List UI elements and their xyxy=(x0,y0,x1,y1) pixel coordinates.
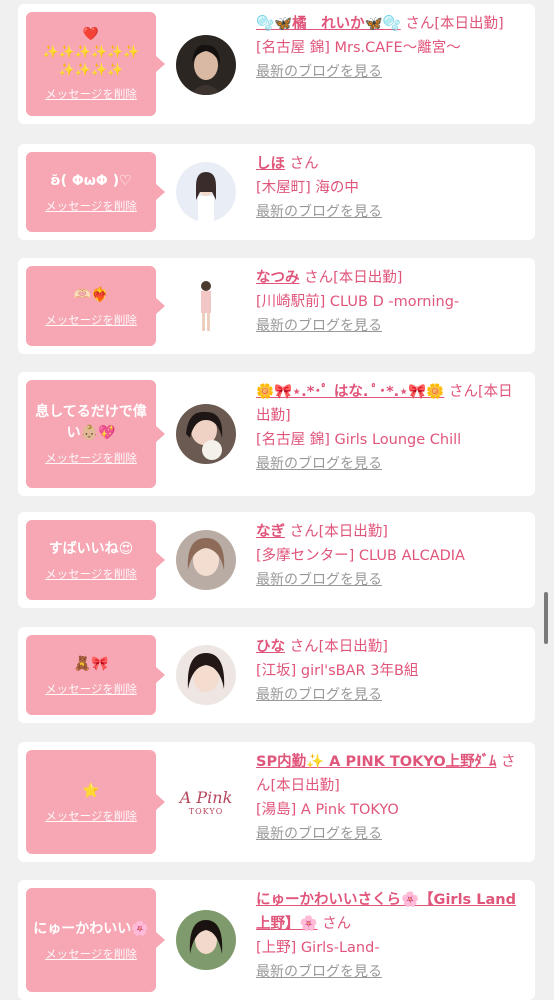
latest-blog-link[interactable]: 最新のブログを見る xyxy=(256,204,382,220)
cast-suffix: さん[本日出勤] xyxy=(405,16,504,32)
cast-suffix: さん[本日出勤] xyxy=(304,270,403,286)
cast-info: しほ さん [木屋町] 海の中 最新のブログを見る xyxy=(256,152,526,224)
shop-label: [木屋町] 海の中 xyxy=(256,180,359,196)
shop-label: [湯島] A Pink TOKYO xyxy=(256,802,399,818)
cast-name-link[interactable]: 🫧🦋橘 れいか🦋🫧 xyxy=(256,16,401,32)
delete-message-link[interactable]: メッセージを削除 xyxy=(45,681,137,697)
shop-label: [名古屋 錦] Girls Lounge Chill xyxy=(256,432,462,448)
cast-suffix: さん xyxy=(289,156,319,172)
delete-message-link[interactable]: メッセージを削除 xyxy=(45,312,137,328)
cast-suffix: さん xyxy=(322,916,352,932)
cast-name-link[interactable]: 🌼🎀⋆.*･ﾟ はな. ﾟ･*.⋆🎀🌼 xyxy=(256,384,444,400)
avatar[interactable]: A Pink TOKYO xyxy=(176,772,236,832)
latest-blog-link[interactable]: 最新のブログを見る xyxy=(256,64,382,80)
cast-card: ⭐ メッセージを削除 A Pink TOKYO SP内勤✨ A PINK TOK… xyxy=(18,742,535,862)
message-bubble: 息してるだけで偉い👶🏼💖 メッセージを削除 xyxy=(26,380,165,488)
message-bubble: ʚ̆( ΦωΦ )♡ メッセージを削除 xyxy=(26,152,165,232)
cast-card: 息してるだけで偉い👶🏼💖 メッセージを削除 🌼🎀⋆.*･ﾟ はな. ﾟ･*.⋆🎀… xyxy=(18,372,535,496)
cast-name-link[interactable]: なぎ xyxy=(256,524,285,540)
avatar[interactable] xyxy=(176,35,236,95)
message-bubble: すばいいね😍 メッセージを削除 xyxy=(26,520,165,600)
shop-label: [江坂] girl'sBAR 3年B組 xyxy=(256,663,419,679)
cast-card: ❤️ ✨✨✨✨✨✨ ✨✨✨✨ メッセージを削除 🫧🦋橘 れいか🦋🫧 さん[本日出… xyxy=(18,4,535,124)
shop-label: [名古屋 錦] Mrs.CAFE〜離宮〜 xyxy=(256,40,461,56)
scrollbar[interactable] xyxy=(544,592,548,644)
message-text: ❤️ ✨✨✨✨✨✨ ✨✨✨✨ xyxy=(42,27,140,78)
message-bubble: 🧸🎀 メッセージを削除 xyxy=(26,635,165,715)
cast-info: 🌼🎀⋆.*･ﾟ はな. ﾟ･*.⋆🎀🌼 さん[本日出勤] [名古屋 錦] Gir… xyxy=(256,380,526,476)
cast-card: 🫶🏻❤️‍🔥 メッセージを削除 なつみ さん[本日出勤] [川崎駅前] CLUB… xyxy=(18,258,535,354)
delete-message-link[interactable]: メッセージを削除 xyxy=(45,198,137,214)
message-bubble: 🫶🏻❤️‍🔥 メッセージを削除 xyxy=(26,266,165,346)
a-pink-logo: A Pink xyxy=(179,788,233,807)
avatar[interactable] xyxy=(176,530,236,590)
cast-card: すばいいね😍 メッセージを削除 なぎ さん[本日出勤] [多摩センター] CLU… xyxy=(18,512,535,608)
message-bubble: ⭐ メッセージを削除 xyxy=(26,750,165,854)
cast-suffix: さん[本日出勤] xyxy=(289,524,388,540)
message-bubble: ❤️ ✨✨✨✨✨✨ ✨✨✨✨ メッセージを削除 xyxy=(26,12,165,116)
cast-info: なつみ さん[本日出勤] [川崎駅前] CLUB D -morning- 最新の… xyxy=(256,266,526,338)
latest-blog-link[interactable]: 最新のブログを見る xyxy=(256,826,382,842)
message-bubble: にゅーかわいい🌸 メッセージを削除 xyxy=(26,888,165,992)
message-text: すばいいね😍 xyxy=(48,540,134,557)
a-pink-logo-sub: TOKYO xyxy=(188,807,224,816)
delete-message-link[interactable]: メッセージを削除 xyxy=(45,946,137,962)
avatar[interactable] xyxy=(176,404,236,464)
cast-info: なぎ さん[本日出勤] [多摩センター] CLUB ALCADIA 最新のブログ… xyxy=(256,520,526,592)
message-text: にゅーかわいい🌸 xyxy=(33,920,149,937)
delete-message-link[interactable]: メッセージを削除 xyxy=(45,86,137,102)
cast-name-link[interactable]: にゅーかわいいさくら🌸【Girls Land上野】🌸 xyxy=(256,892,516,932)
cast-name-link[interactable]: SP内勤✨ A PINK TOKYO上野ﾀﾞﾑ xyxy=(256,754,496,770)
cast-info: にゅーかわいいさくら🌸【Girls Land上野】🌸 さん [上野] Girls… xyxy=(256,888,526,984)
cast-name-link[interactable]: ひな xyxy=(256,639,285,655)
cast-card: ʚ̆( ΦωΦ )♡ メッセージを削除 しほ さん [木屋町] 海の中 最新のブ… xyxy=(18,144,535,240)
avatar[interactable] xyxy=(176,910,236,970)
cast-suffix: さん[本日出勤] xyxy=(289,639,388,655)
message-text: 🧸🎀 xyxy=(73,655,109,672)
cast-card: にゅーかわいい🌸 メッセージを削除 にゅーかわいいさくら🌸【Girls Land… xyxy=(18,880,535,1000)
cast-info: ひな さん[本日出勤] [江坂] girl'sBAR 3年B組 最新のブログを見… xyxy=(256,635,526,707)
avatar[interactable] xyxy=(176,162,236,222)
message-text: 🫶🏻❤️‍🔥 xyxy=(73,286,109,303)
cast-info: 🫧🦋橘 れいか🦋🫧 さん[本日出勤] [名古屋 錦] Mrs.CAFE〜離宮〜 … xyxy=(256,12,526,84)
cast-name-link[interactable]: なつみ xyxy=(256,270,300,286)
shop-label: [多摩センター] CLUB ALCADIA xyxy=(256,548,465,564)
message-text: 息してるだけで偉い👶🏼💖 xyxy=(35,404,147,441)
delete-message-link[interactable]: メッセージを削除 xyxy=(45,450,137,466)
latest-blog-link[interactable]: 最新のブログを見る xyxy=(256,572,382,588)
avatar[interactable] xyxy=(176,645,236,705)
latest-blog-link[interactable]: 最新のブログを見る xyxy=(256,318,382,334)
delete-message-link[interactable]: メッセージを削除 xyxy=(45,566,137,582)
avatar[interactable] xyxy=(176,276,236,336)
cast-info: SP内勤✨ A PINK TOKYO上野ﾀﾞﾑ さん[本日出勤] [湯島] A … xyxy=(256,750,526,846)
shop-label: [川崎駅前] CLUB D -morning- xyxy=(256,294,460,310)
latest-blog-link[interactable]: 最新のブログを見る xyxy=(256,964,382,980)
shop-label: [上野] Girls-Land- xyxy=(256,940,380,956)
message-text: ⭐ xyxy=(82,782,100,799)
delete-message-link[interactable]: メッセージを削除 xyxy=(45,808,137,824)
cast-card: 🧸🎀 メッセージを削除 ひな さん[本日出勤] [江坂] girl'sBAR 3… xyxy=(18,627,535,723)
message-text: ʚ̆( ΦωΦ )♡ xyxy=(50,172,132,189)
latest-blog-link[interactable]: 最新のブログを見る xyxy=(256,687,382,703)
latest-blog-link[interactable]: 最新のブログを見る xyxy=(256,456,382,472)
cast-name-link[interactable]: しほ xyxy=(256,156,285,172)
